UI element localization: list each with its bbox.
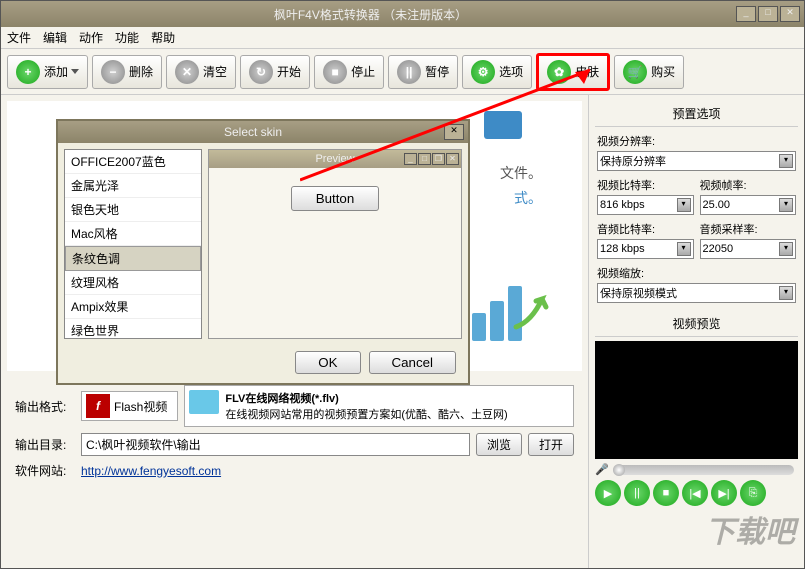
titlebar: 枫叶F4V格式转换器 （未注册版本） _ □ ✕ (1, 1, 804, 27)
audio-rate-select[interactable]: 22050▾ (700, 239, 797, 259)
skin-item[interactable]: 纹理风格 (65, 271, 201, 295)
start-button[interactable]: ↻开始 (240, 55, 310, 89)
website-link[interactable]: http://www.fengyesoft.com (81, 464, 221, 478)
skin-item[interactable]: Mac风格 (65, 222, 201, 246)
select-skin-dialog: Select skin ✕ OFFICE2007蓝色金属光泽银色天地Mac风格条… (56, 119, 470, 385)
menu-function[interactable]: 功能 (115, 29, 139, 46)
pause-button[interactable]: ||暂停 (388, 55, 458, 89)
video-fps-label: 视频帧率: (700, 177, 797, 193)
video-res-select[interactable]: 保持原分辨率▾ (597, 151, 796, 171)
pause-button[interactable]: || (624, 480, 650, 506)
menu-edit[interactable]: 编辑 (43, 29, 67, 46)
snapshot-button[interactable]: ⎘ (740, 480, 766, 506)
prev-button[interactable]: |◀ (682, 480, 708, 506)
close-icon[interactable]: ✕ (780, 6, 800, 22)
watermark: 下载吧 (705, 507, 795, 551)
open-button[interactable]: 打开 (528, 433, 574, 456)
pv-max-icon[interactable]: □ (418, 153, 431, 165)
skin-item[interactable]: Ampix效果 (65, 295, 201, 319)
zoom-select[interactable]: 保持原视频模式▾ (597, 283, 796, 303)
video-fps-select[interactable]: 25.00▾ (700, 195, 797, 215)
dialog-title: Select skin (62, 125, 444, 139)
video-res-label: 视频分辨率: (597, 133, 796, 149)
arrow-up-icon (512, 291, 552, 331)
stop-button[interactable]: ■停止 (314, 55, 384, 89)
pv-min-icon[interactable]: _ (404, 153, 417, 165)
maximize-icon[interactable]: □ (758, 6, 778, 22)
dialog-close-icon[interactable]: ✕ (444, 124, 464, 140)
menu-help[interactable]: 帮助 (151, 29, 175, 46)
video-bitrate-select[interactable]: 816 kbps▾ (597, 195, 694, 215)
mic-icon: 🎤 (595, 463, 609, 476)
cancel-button[interactable]: Cancel (369, 351, 457, 374)
pv-close-icon[interactable]: ✕ (446, 153, 459, 165)
audio-bitrate-label: 音频比特率: (597, 221, 694, 237)
chevron-down-icon: ▾ (779, 154, 793, 168)
format-description: FLV在线网络视频(*.flv) 在线视频网站常用的视频预置方案如(优酷、酷六、… (184, 385, 574, 427)
format-selector[interactable]: f Flash视频 (81, 391, 178, 421)
skin-item[interactable]: 金属光泽 (65, 174, 201, 198)
pv-restore-icon[interactable]: ❐ (432, 153, 445, 165)
preview-panel-title: 视频预览 (595, 311, 798, 337)
output-dir-input[interactable]: C:\枫叶视频软件\输出 (81, 433, 470, 456)
placeholder-text: 文件。 式。 (500, 161, 542, 211)
audio-bitrate-select[interactable]: 128 kbps▾ (597, 239, 694, 259)
add-button[interactable]: +添加 (7, 55, 88, 89)
preview-sample-button[interactable]: Button (291, 186, 380, 211)
website-label: 软件网站: (15, 462, 75, 479)
next-button[interactable]: ▶| (711, 480, 737, 506)
folder-icon (189, 390, 219, 414)
window-title: 枫叶F4V格式转换器 （未注册版本） (5, 6, 736, 23)
toolbar: +添加 −删除 ✕清空 ↻开始 ■停止 ||暂停 ⚙选项 ✿皮肤 🛒购买 (1, 49, 804, 95)
preview-title: Preview (315, 153, 354, 165)
skin-preview-window: Preview _□❐✕ Button (208, 149, 462, 339)
skin-button[interactable]: ✿皮肤 (536, 53, 610, 91)
skin-item[interactable]: 银色天地 (65, 198, 201, 222)
menu-file[interactable]: 文件 (7, 29, 31, 46)
video-preview (595, 341, 798, 459)
menubar: 文件 编辑 动作 功能 帮助 (1, 27, 804, 49)
options-button[interactable]: ⚙选项 (462, 55, 532, 89)
output-dir-label: 输出目录: (15, 436, 75, 453)
output-format-label: 输出格式: (15, 398, 75, 415)
film-icon (484, 111, 522, 139)
zoom-label: 视频缩放: (597, 265, 796, 281)
delete-button[interactable]: −删除 (92, 55, 162, 89)
preset-panel-title: 预置选项 (595, 101, 798, 127)
minimize-icon[interactable]: _ (736, 6, 756, 22)
buy-button[interactable]: 🛒购买 (614, 55, 684, 89)
video-bitrate-label: 视频比特率: (597, 177, 694, 193)
skin-item[interactable]: 绿色世界 (65, 319, 201, 339)
skin-item[interactable]: OFFICE2007蓝色 (65, 150, 201, 174)
chevron-down-icon[interactable] (71, 69, 79, 74)
browse-button[interactable]: 浏览 (476, 433, 522, 456)
skin-list[interactable]: OFFICE2007蓝色金属光泽银色天地Mac风格条纹色调纹理风格Ampix效果… (64, 149, 202, 339)
flash-icon: f (86, 394, 110, 418)
audio-rate-label: 音频采样率: (700, 221, 797, 237)
skin-item[interactable]: 条纹色调 (65, 246, 201, 271)
ok-button[interactable]: OK (295, 351, 360, 374)
menu-action[interactable]: 动作 (79, 29, 103, 46)
seek-slider[interactable]: 🎤 (595, 463, 798, 476)
stop-button[interactable]: ■ (653, 480, 679, 506)
play-button[interactable]: ▶ (595, 480, 621, 506)
clear-button[interactable]: ✕清空 (166, 55, 236, 89)
